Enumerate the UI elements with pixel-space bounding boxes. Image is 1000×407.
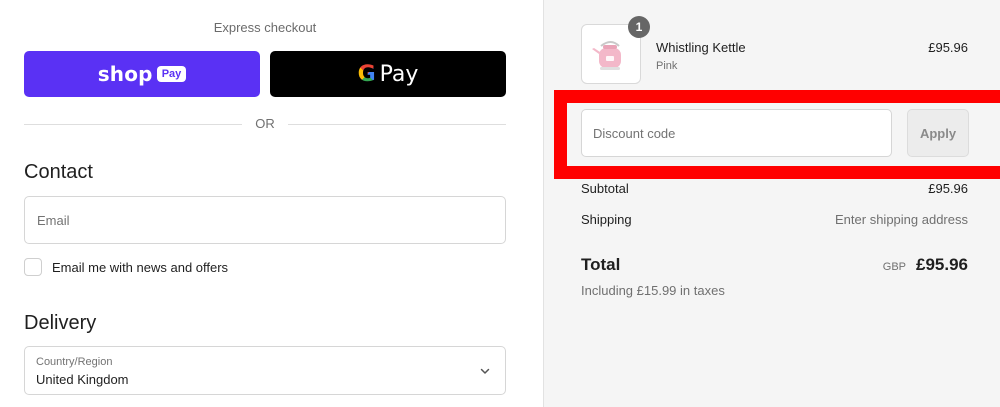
country-select[interactable]: Country/Region United Kingdom <box>24 346 506 395</box>
delivery-heading: Delivery <box>24 312 97 334</box>
pink-kettle-icon <box>592 41 621 70</box>
total-label: Total <box>581 255 621 274</box>
chevron-down-icon <box>480 368 490 374</box>
shop-pay-logo: shop <box>97 62 153 86</box>
shop-pay-badge: Pay <box>156 66 187 82</box>
newsletter-checkbox[interactable] <box>24 258 42 276</box>
product-name: Whistling Kettle <box>656 40 746 55</box>
google-pay-label: Pay <box>379 61 419 87</box>
shop-pay-button[interactable]: shop Pay <box>24 51 260 97</box>
subtotal-value: £95.96 <box>928 181 968 196</box>
apply-discount-button[interactable]: Apply <box>907 109 969 157</box>
newsletter-option[interactable]: Email me with news and offers <box>24 258 228 276</box>
discount-code-field[interactable] <box>581 109 892 157</box>
google-g-icon: G <box>357 61 376 87</box>
product-variant: Pink <box>656 60 678 72</box>
checkout-form-panel: Express checkout shop Pay G Pay OR Conta… <box>0 0 543 407</box>
taxes-note: Including £15.99 in taxes <box>581 283 725 298</box>
email-input[interactable] <box>25 197 505 243</box>
discount-code-input[interactable] <box>582 110 891 156</box>
shipping-value: Enter shipping address <box>835 212 968 227</box>
email-field[interactable] <box>24 196 506 244</box>
order-summary-panel: 1 Whistling Kettle Pink £95.96 Apply Sub… <box>543 0 1000 407</box>
total-currency: GBP <box>882 261 906 273</box>
shipping-label: Shipping <box>581 212 632 227</box>
total-value: £95.96 <box>916 255 968 274</box>
google-pay-button[interactable]: G Pay <box>270 51 506 97</box>
divider-line-right <box>288 124 506 125</box>
product-price: £95.96 <box>928 40 968 55</box>
country-value: United Kingdom <box>36 372 129 387</box>
newsletter-label: Email me with news and offers <box>52 259 229 275</box>
contact-heading: Contact <box>24 161 93 183</box>
or-divider: OR <box>24 116 506 132</box>
express-checkout-title: Express checkout <box>213 20 317 35</box>
subtotal-label: Subtotal <box>581 181 629 196</box>
quantity-badge: 1 <box>628 16 650 38</box>
country-label: Country/Region <box>36 356 113 368</box>
